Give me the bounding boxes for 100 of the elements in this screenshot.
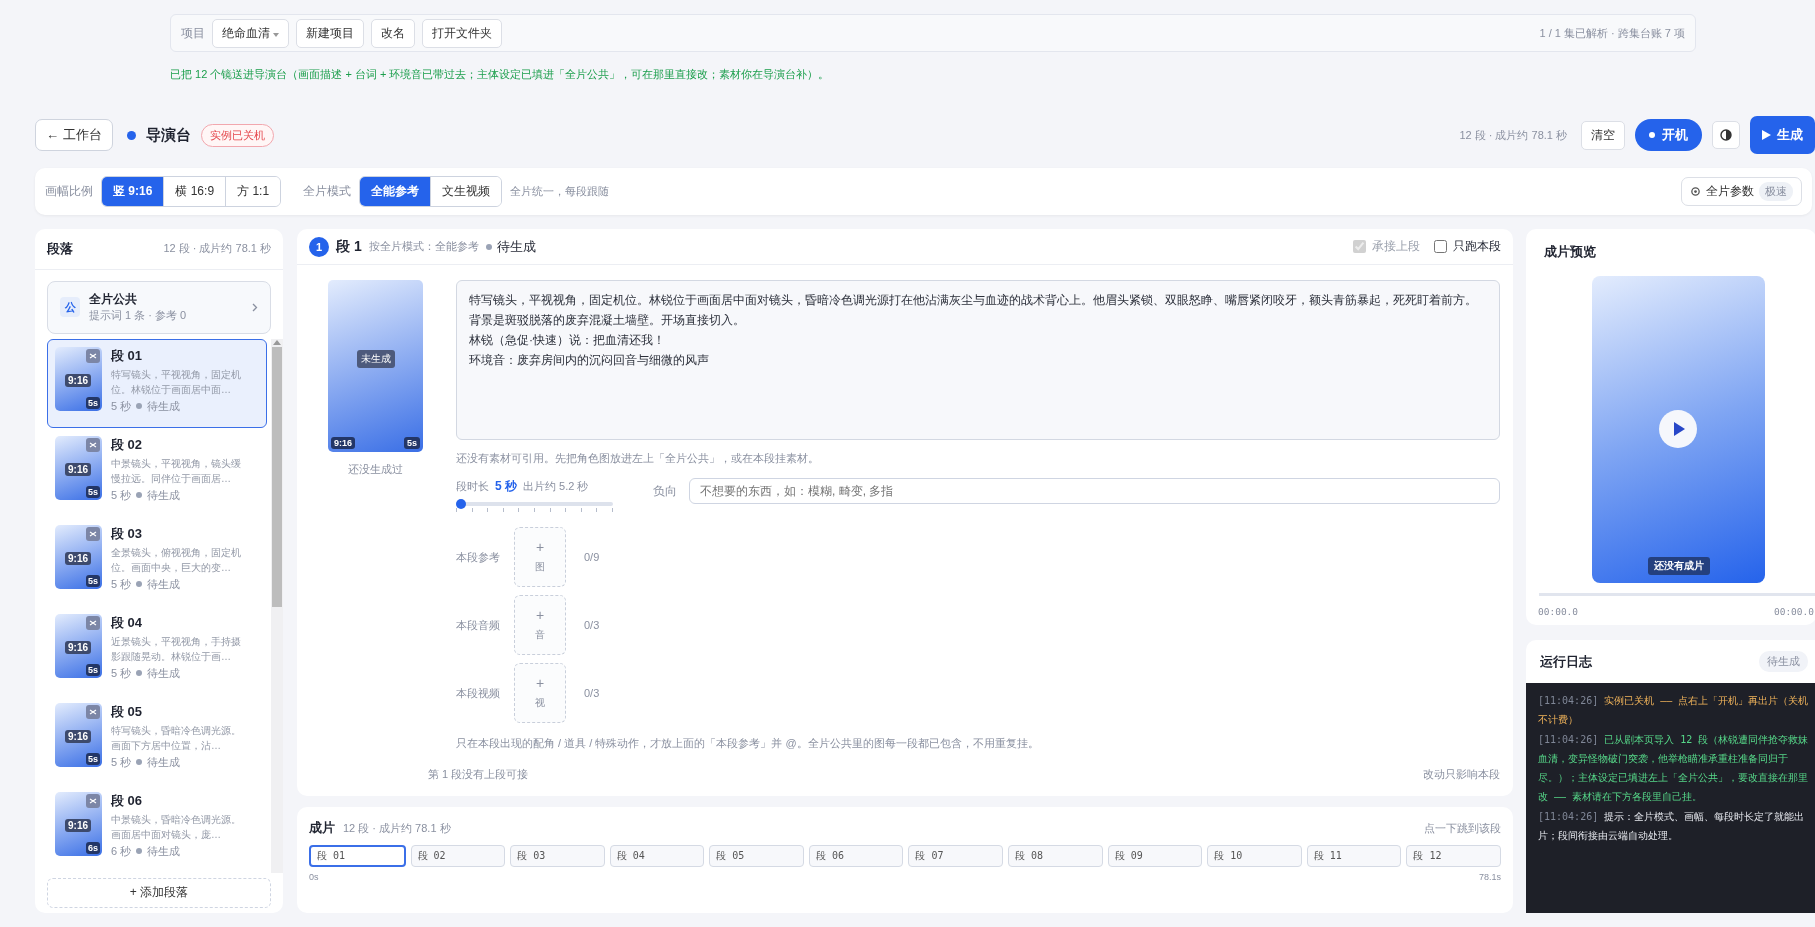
status-dot — [136, 759, 143, 766]
timeline-chip[interactable]: 段 08 — [1008, 845, 1103, 867]
field-label: 负向 — [653, 483, 677, 500]
segment-item[interactable]: 9:16 5s 段 04 近景镜头，平视视角，手持摄影跟随晃动。林锐位于画… 5 秒 待生成 — [47, 605, 267, 695]
timeline-chip[interactable]: 段 07 — [908, 845, 1004, 867]
card-subtitle: 提示词 1 条 · 参考 0 — [89, 308, 187, 324]
back-button[interactable]: ← 工作台 — [35, 119, 113, 151]
timeline-chip[interactable]: 段 12 — [1406, 845, 1501, 867]
log-entry: [11:04:26] 提示：全片模式、画幅、每段时长定了就能出片；段间衔接由云端自动处理。 — [1538, 810, 1806, 843]
solo-checkbox[interactable] — [1434, 240, 1447, 253]
segment-item[interactable]: 9:16 5s 段 05 特写镜头，昏暗冷色调光源。画面下方居中位置，沾… 5 秒 待生成 — [47, 694, 267, 784]
public-card[interactable]: 公 全片公共 提示词 1 条 · 参考 0 — [47, 280, 271, 334]
add-segment-button[interactable]: + 添加段落 — [47, 877, 271, 908]
status-dot — [136, 403, 143, 410]
cross-icon — [86, 704, 100, 719]
chevron-icon — [252, 302, 258, 312]
thumbnail: 9:16 5s — [55, 524, 102, 589]
tip-text: 只在本段出现的配角 / 道具 / 特殊动作，才放上面的「本段参考」并 @。全片公共里的图每一段都已包含，不用重复挂。 — [456, 736, 1040, 751]
cross-icon — [86, 348, 100, 363]
segment-description: 特写镜头，平视视角，固定机位。林锐位于画面居中面… — [111, 367, 242, 397]
segment-title: 段 04 — [111, 613, 144, 632]
aspect-tab[interactable]: 竖 9:16 — [102, 177, 165, 206]
theme-button[interactable] — [1712, 121, 1740, 149]
prompt-field[interactable]: 特写镜头，平视视角，固定机位。林锐位于画面居中面对镜头，昏暗冷色调光源打在他沾满灰尘与血迹的战术背心上。他眉头紧锁、双眼怒睁、嘴唇紧闭咬牙，额头青筋暴起，死死盯着前方。背景是斑驳脱落的废弃混凝土墙壁。开场直接切入。 林锐（急促·快速）说：把血清还我！ 环境音：废弃房间内的沉闷回音与细微的风声 — [456, 280, 1500, 440]
footer-text: 第 1 段没有上段可接 — [428, 767, 529, 782]
timeline-chip[interactable]: 段 03 — [510, 845, 605, 867]
segment-item[interactable]: 9:16 6s 段 06 中景镜头，昏暗冷色调光源。画面居中面对镜头，庞… 6 秒 待生成 — [47, 783, 267, 873]
card-title: 全片公共 — [89, 291, 138, 309]
duration-text: 5 秒 — [111, 754, 132, 770]
scrollbar[interactable] — [271, 338, 283, 873]
log-entry: [11:04:26] 已从剧本页导入 12 段（林锐遭同伴抢夺救妹血清，变异怪物破门突袭，他举枪瞄准承重柱准备同归于尽。）；主体设定已填进左上「全片公共」，要改直接在那里改 —— 素材请在下方各段里自己挂。 — [1538, 733, 1810, 804]
segment-title: 段 05 — [111, 702, 144, 721]
log-entry: [11:04:26] 实例已关机 —— 点右上「开机」再出片（关机不计费） — [1538, 694, 1810, 727]
count-text: 0/9 — [584, 551, 600, 563]
status-text: 待生成 — [147, 665, 181, 681]
axis-label: 78.1s — [1478, 872, 1501, 882]
status-badge: 实例已关机 — [200, 123, 274, 147]
field-label: 本段视频 — [456, 685, 501, 701]
timeline-chip[interactable]: 段 09 — [1107, 845, 1203, 867]
duration-text: 5 秒 — [111, 665, 132, 681]
status-dot — [136, 581, 143, 588]
segment-item[interactable]: 9:16 5s 段 01 特写镜头，平视视角，固定机位。林锐位于画面居中面… 5 秒 待生成 — [47, 338, 267, 428]
status-text: 1 / 1 集已解析 · 跨集台账 7 项 — [1539, 25, 1685, 41]
segment-description: 中景镜头，平视视角，镜头缓慢拉远。同伴位于画面居… — [111, 456, 242, 486]
play-button[interactable] — [1659, 410, 1697, 448]
segment-item[interactable]: 9:16 5s 段 02 中景镜头，平视视角，镜头缓慢拉远。同伴位于画面居… 5 秒 待生成 — [47, 427, 267, 517]
prompt-line: 特写镜头，平视视角，固定机位。林锐位于画面居中面对镜头，昏暗冷色调光源打在他沾满灰尘与血迹的战术背心上。他眉头紧锁、双眼怒睁、嘴唇紧闭咬牙，额头青筋暴起，死死盯着前方。背景是斑驳脱落的废弃混凝土墙壁。开场直接切入。 — [469, 292, 1478, 329]
prompt-line: 林锐（急促·快速）说：把血清还我！ — [469, 332, 666, 349]
time-text: 00:00.0 — [1538, 606, 1579, 617]
timeline-chip[interactable]: 段 06 — [808, 845, 904, 867]
timeline-chip[interactable]: 段 10 — [1207, 845, 1302, 867]
hint-text: 点一下跳到该段 — [1424, 820, 1501, 836]
status-dot — [136, 670, 143, 677]
clear-button[interactable]: 清空 — [1581, 120, 1625, 150]
segment-title: 段 03 — [111, 524, 144, 543]
panel-title: 运行日志 — [1540, 652, 1592, 671]
timeline-chip[interactable]: 段 02 — [410, 845, 506, 867]
status-text: 待生成 — [147, 398, 181, 414]
mode-tab[interactable]: 全能参考 — [360, 177, 432, 206]
cross-icon — [86, 793, 100, 808]
segment-title: 段 1 — [336, 237, 362, 256]
status-dot — [126, 130, 136, 140]
field-label: 本段参考 — [456, 549, 501, 565]
panel-title: 成片 — [309, 819, 335, 837]
contrast-icon — [1720, 129, 1732, 141]
gear-icon — [1690, 186, 1701, 197]
time-text: 00:00.0 — [1773, 606, 1814, 617]
params-button[interactable]: 全片参数 极速 — [1681, 177, 1802, 206]
duration-text: 5 秒 — [111, 576, 132, 592]
project-dropdown[interactable]: 绝命血清 — [212, 18, 290, 48]
segment-description: 特写镜头，昏暗冷色调光源。画面下方居中位置，沾… — [111, 723, 242, 753]
count-text: 0/3 — [584, 687, 600, 699]
hint-text: 还没有素材可引用。先把角色图放进左上「全片公共」，或在本段挂素材。 — [456, 451, 820, 466]
timeline-chip[interactable]: 段 01 — [309, 845, 406, 867]
segment-title: 段 06 — [111, 791, 144, 810]
duration-value: 5 秒 — [495, 478, 517, 495]
duration-text: 6 秒 — [111, 843, 132, 859]
segment-item[interactable]: 9:16 5s 段 03 全景镜头，俯视视角，固定机位。画面中央，巨大的变… 5 秒 待生成 — [47, 516, 267, 606]
generate-button[interactable]: 生成 — [1750, 116, 1815, 154]
duration-slider[interactable] — [456, 497, 613, 513]
field-label: 画幅比例 — [45, 183, 93, 200]
segment-number: 1 — [309, 236, 329, 257]
toolbar-button[interactable]: 改名 — [371, 18, 416, 48]
footer-text: 改动只影响本段 — [1423, 767, 1500, 782]
play-icon — [1762, 130, 1771, 140]
status-text: 待生成 — [147, 754, 181, 770]
timeline-chip[interactable]: 段 11 — [1306, 845, 1402, 867]
toolbar-button[interactable]: 打开文件夹 — [422, 18, 503, 48]
timeline-chip[interactable]: 段 04 — [609, 845, 705, 867]
count-text: 0/3 — [584, 619, 600, 631]
timeline-chip[interactable]: 段 05 — [709, 845, 804, 867]
arrow-up-icon[interactable] — [273, 338, 281, 345]
hint-text: 全片统一，每段跟随 — [510, 184, 610, 199]
negative-field[interactable]: 不想要的东西，如：模糊, 畸变, 多指 — [689, 478, 1500, 504]
checkbox-label: 承接上段 — [1372, 238, 1420, 255]
toolbar-button[interactable]: 新建项目 — [296, 18, 365, 48]
segment-title: 段 02 — [111, 435, 144, 454]
status-text: 待生成 — [147, 843, 181, 859]
panel-title: 段落 — [47, 239, 73, 258]
power-button[interactable]: 开机 — [1635, 119, 1702, 151]
